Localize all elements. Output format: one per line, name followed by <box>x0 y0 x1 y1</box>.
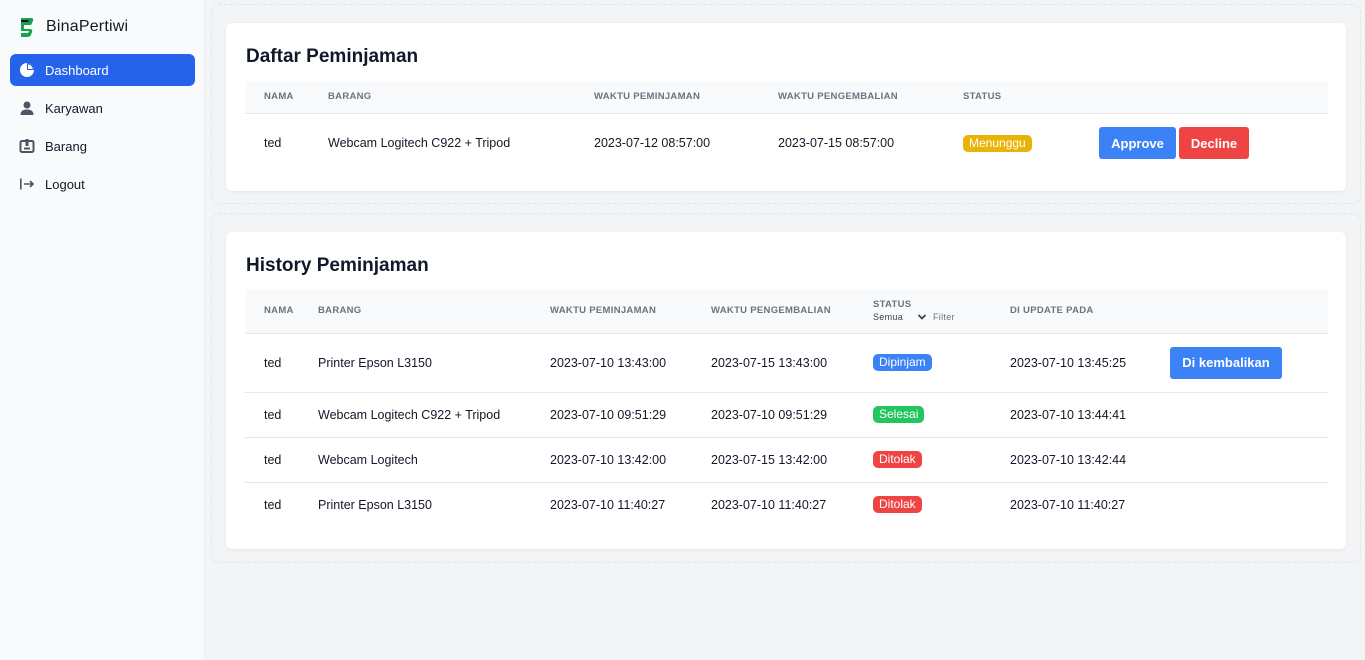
cell-nama: ted <box>264 407 282 422</box>
cell-barang: Webcam Logitech C922 + Tripod <box>318 407 501 422</box>
sidebar-item-label: Logout <box>45 176 85 192</box>
cell-nama: ted <box>264 136 282 151</box>
cell-nama: ted <box>264 452 282 467</box>
sidebar-item-barang[interactable]: Barang <box>10 130 195 162</box>
filter-label[interactable]: Filter <box>933 312 955 323</box>
cell-actions <box>1170 482 1328 527</box>
col-header-waktu-peminjaman: WAKTU PEMINJAMAN <box>550 289 711 333</box>
table-row: ted Printer Epson L3150 2023-07-10 13:43… <box>245 333 1328 392</box>
cell-actions: Di kembalikan <box>1170 333 1328 392</box>
sidebar-item-label: Karyawan <box>45 100 103 116</box>
cell-barang: Webcam Logitech C922 + Tripod <box>328 136 511 151</box>
cell-status: Ditolak <box>873 437 1010 482</box>
col-header-actions <box>1099 81 1328 113</box>
col-header-waktu-peminjaman: WAKTU PEMINJAMAN <box>594 81 778 113</box>
cell-actions <box>1170 392 1328 437</box>
cell-actions <box>1170 437 1328 482</box>
brand[interactable]: BinaPertiwi <box>18 16 128 38</box>
brand-logo-icon <box>21 18 34 37</box>
history-title: History Peminjaman <box>246 255 429 276</box>
status-header-label: STATUS <box>873 298 912 310</box>
status-filter: Semua Filter <box>873 312 1010 323</box>
cell-barang: Webcam Logitech <box>318 452 418 467</box>
cell-nama: ted <box>264 497 282 512</box>
status-badge: Selesai <box>873 406 925 423</box>
table-row: ted Webcam Logitech 2023-07-10 13:42:00 … <box>245 437 1328 482</box>
col-header-barang: BARANG <box>328 81 594 113</box>
sidebar: BinaPertiwi Dashboard Karyawan Barang Lo… <box>0 0 205 660</box>
cell-status: Selesai <box>873 392 1010 437</box>
cell-nama: ted <box>264 355 282 370</box>
status-filter-select[interactable]: Semua <box>873 312 917 323</box>
cell-waktu-pengembalian: 2023-07-15 08:57:00 <box>778 136 895 151</box>
status-badge: Menunggu <box>963 134 1032 152</box>
cell-status: Ditolak <box>873 482 1010 527</box>
cell-waktu-peminjaman: 2023-07-10 11:40:27 <box>550 497 666 512</box>
cell-status: Menunggu <box>963 113 1099 173</box>
box-icon <box>18 137 36 155</box>
col-header-waktu-pengembalian: WAKTU PENGEMBALIAN <box>711 289 873 333</box>
table-row: ted Printer Epson L3150 2023-07-10 11:40… <box>245 482 1328 527</box>
return-button[interactable]: Di kembalikan <box>1170 346 1282 379</box>
status-badge: Ditolak <box>873 451 922 468</box>
cell-di-update-pada: 2023-07-10 11:40:27 <box>1010 497 1126 512</box>
cell-waktu-peminjaman: 2023-07-10 13:42:00 <box>550 452 667 467</box>
history-card: History Peminjaman NAMA BARANG WAKTU PEM… <box>226 232 1346 549</box>
cell-waktu-pengembalian: 2023-07-15 13:43:00 <box>711 355 828 370</box>
decline-button[interactable]: Decline <box>1179 127 1249 160</box>
cell-di-update-pada: 2023-07-10 13:44:41 <box>1010 407 1127 422</box>
sidebar-item-karyawan[interactable]: Karyawan <box>10 92 195 124</box>
table-header-row: NAMA BARANG WAKTU PEMINJAMAN WAKTU PENGE… <box>245 289 1328 333</box>
pie-chart-icon <box>18 61 36 79</box>
status-badge: Ditolak <box>873 496 922 514</box>
sidebar-item-label: Barang <box>45 138 87 154</box>
cell-di-update-pada: 2023-07-10 13:45:25 <box>1010 355 1127 370</box>
col-header-waktu-pengembalian: WAKTU PENGEMBALIAN <box>778 81 963 113</box>
table-row: ted Webcam Logitech C922 + Tripod 2023-0… <box>245 392 1328 437</box>
cell-waktu-pengembalian: 2023-07-10 09:51:29 <box>711 407 828 422</box>
table-header-row: NAMA BARANG WAKTU PEMINJAMAN WAKTU PENGE… <box>245 81 1328 113</box>
cell-waktu-pengembalian: 2023-07-15 13:42:00 <box>711 452 828 467</box>
col-header-nama: NAMA <box>245 289 318 333</box>
history-table: NAMA BARANG WAKTU PEMINJAMAN WAKTU PENGE… <box>245 289 1328 527</box>
cell-waktu-peminjaman: 2023-07-10 09:51:29 <box>550 407 667 422</box>
sidebar-item-dashboard[interactable]: Dashboard <box>10 54 195 86</box>
daftar-title: Daftar Peminjaman <box>246 46 419 67</box>
chevron-down-icon[interactable] <box>917 312 927 322</box>
cell-waktu-peminjaman: 2023-07-10 13:43:00 <box>550 355 667 370</box>
history-section: History Peminjaman NAMA BARANG WAKTU PEM… <box>211 213 1361 563</box>
cell-waktu-pengembalian: 2023-07-10 11:40:27 <box>711 497 827 512</box>
logout-icon <box>18 175 36 193</box>
col-header-di-update-pada: DI UPDATE PADA <box>1010 289 1170 333</box>
sidebar-item-logout[interactable]: Logout <box>10 168 195 200</box>
daftar-section: Daftar Peminjaman NAMA BARANG WAKTU PEMI… <box>211 4 1361 204</box>
col-header-nama: NAMA <box>245 81 328 113</box>
cell-actions: Approve Decline <box>1099 113 1328 173</box>
cell-status: Dipinjam <box>873 333 1010 392</box>
col-header-actions <box>1170 289 1328 333</box>
sidebar-nav: Dashboard Karyawan Barang Logout <box>10 54 195 206</box>
user-icon <box>18 99 36 117</box>
daftar-table: NAMA BARANG WAKTU PEMINJAMAN WAKTU PENGE… <box>245 81 1328 173</box>
cell-barang: Printer Epson L3150 <box>318 355 432 370</box>
col-header-status: STATUS Semua Filter <box>873 289 1010 333</box>
cell-barang: Printer Epson L3150 <box>318 497 432 512</box>
daftar-card: Daftar Peminjaman NAMA BARANG WAKTU PEMI… <box>226 23 1346 191</box>
table-row: ted Webcam Logitech C922 + Tripod 2023-0… <box>245 113 1328 173</box>
col-header-status: STATUS <box>963 81 1099 113</box>
sidebar-item-label: Dashboard <box>45 62 109 78</box>
approve-button[interactable]: Approve <box>1099 127 1176 160</box>
cell-waktu-peminjaman: 2023-07-12 08:57:00 <box>594 136 711 151</box>
brand-name: BinaPertiwi <box>46 18 129 35</box>
status-badge: Dipinjam <box>873 354 932 371</box>
col-header-barang: BARANG <box>318 289 550 333</box>
cell-di-update-pada: 2023-07-10 13:42:44 <box>1010 452 1127 467</box>
